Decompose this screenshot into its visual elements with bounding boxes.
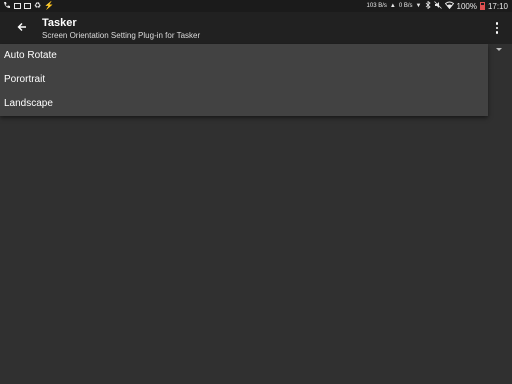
back-arrow-icon [17,19,27,37]
option-auto-rotate[interactable]: Auto Rotate [0,44,488,68]
toolbar-subtitle: Screen Orientation Setting Plug-in for T… [42,31,201,40]
clock: 17:10 [487,1,508,11]
status-right-icons: 103 B/s ▲ 0 B/s ▼ 100% 17:10 [367,0,508,12]
toolbar-title: Tasker [42,17,77,29]
message-icon [14,3,21,9]
overflow-menu-icon [495,22,499,25]
download-arrow-icon: ▼ [415,3,422,9]
notification-icon [24,3,31,9]
orientation-dropdown: Auto Rotate Porortrait Landscape [0,44,488,116]
app-toolbar: Tasker Screen Orientation Setting Plug-i… [0,12,512,44]
overflow-menu-icon-dot [495,31,499,34]
net-up-speed: 103 B/s [366,3,387,9]
overflow-menu-icon-dot [495,26,499,30]
recycle-icon: ♻ [34,1,42,10]
bluetooth-icon [425,0,431,12]
wifi-icon [444,1,454,12]
mute-icon [433,0,442,12]
battery-percent: 100% [456,1,477,11]
net-down-speed: 0 B/s [398,3,413,9]
phone-icon [3,1,11,12]
option-landscape[interactable]: Landscape [0,92,488,116]
upload-arrow-icon: ▲ [389,3,396,9]
spinner-arrow-icon[interactable] [496,48,502,51]
status-bar: ♻ ⚡ 103 B/s ▲ 0 B/s ▼ 100% 17:10 [0,0,512,12]
status-left-icons: ♻ ⚡ [3,1,54,11]
battery-icon [479,2,485,10]
overflow-menu-button[interactable] [490,20,504,36]
flash-icon: ⚡ [44,1,55,10]
option-portrait[interactable]: Porortrait [0,68,488,92]
back-button[interactable] [12,18,32,38]
